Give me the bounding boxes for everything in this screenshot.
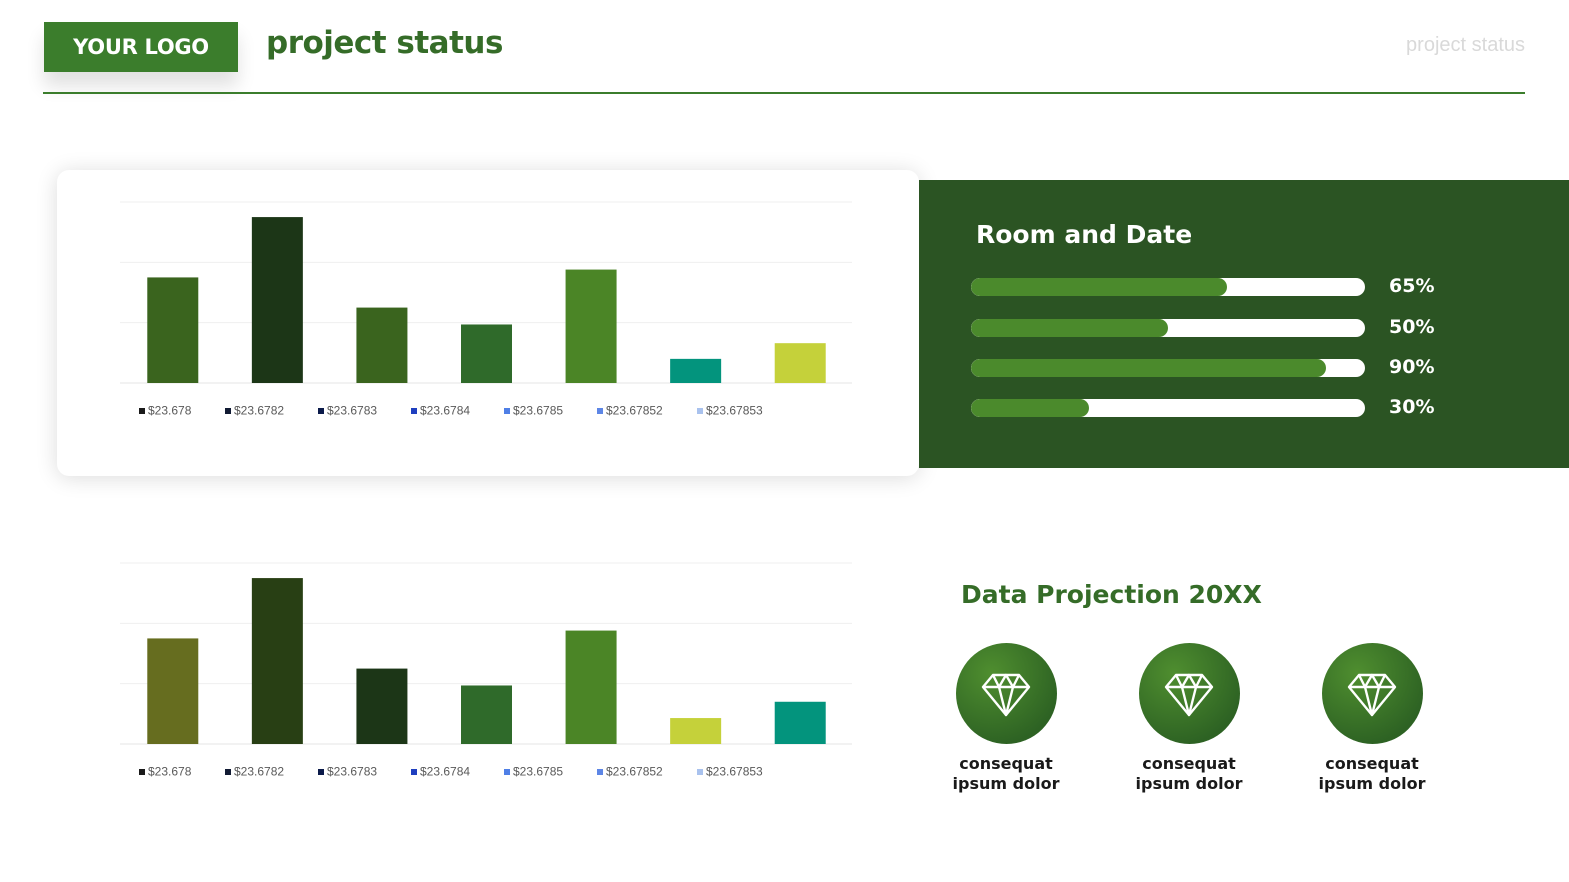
page-title: project status [266,25,503,61]
progress-row: 30% [971,396,1434,420]
diamond-icon [981,673,1031,716]
chart-bar [670,358,722,383]
legend-swatch [225,769,231,775]
feature-circle [955,643,1057,744]
legend-label: $23.67852 [606,765,663,779]
legend-swatch [597,769,603,775]
feature-label: consequat ipsum dolor [952,754,1060,793]
chart-bar [147,638,199,744]
legend-label: $23.6783 [327,765,377,779]
bar-chart-top: $23.678 $23.6782 $23.6783 $23.6784 $23.6785 $… [120,201,852,418]
progress-percent: 65% [1389,275,1435,297]
legend-swatch [318,408,324,414]
legend-swatch [225,408,231,414]
legend-swatch [597,408,603,414]
progress-track [971,319,1365,337]
legend-label: $23.6782 [234,404,284,418]
progress-row: 50% [971,316,1434,340]
legend-label: $23.6783 [327,404,377,418]
legend-swatch [139,769,145,775]
progress-fill [971,319,1168,337]
projection-title: Data Projection 20XX [961,580,1262,609]
legend-swatch [697,408,703,414]
legend-label: $23.6785 [513,765,563,779]
legend-swatch [318,769,324,775]
progress-percent: 50% [1389,316,1435,338]
progress-track [971,278,1365,296]
feature-item: consequat ipsum dolor [936,643,1076,794]
legend-label: $23.678 [148,765,192,779]
logo: YOUR LOGO [44,22,238,72]
progress-track [971,359,1365,377]
chart-bar [356,668,408,744]
chart-bar [565,630,617,744]
legend-label: $23.6785 [513,404,563,418]
progress-fill [971,399,1090,417]
chart-bar [251,578,303,744]
diamond-icon [1347,673,1397,716]
chart-bar [461,324,512,383]
legend-label: $23.6784 [420,765,470,779]
legend-label: $23.6782 [234,765,284,779]
feature-item: consequat ipsum dolor [1119,643,1259,794]
feature-item: consequat ipsum dolor [1302,643,1442,794]
header-divider [43,92,1525,94]
legend-label: $23.67853 [706,404,763,418]
diamond-icon [1164,673,1214,716]
legend-swatch [139,408,145,414]
chart-bar [774,701,826,744]
feature-label: consequat ipsum dolor [1318,754,1426,793]
progress-fill [971,359,1326,377]
legend-swatch [504,408,510,414]
legend-label: $23.67853 [706,765,763,779]
progress-percent: 30% [1389,396,1435,418]
chart-bar [147,277,199,383]
legend-swatch [411,769,417,775]
legend-label: $23.6784 [420,404,470,418]
progress-fill [971,278,1228,296]
legend-swatch [697,769,703,775]
legend-label: $23.678 [148,404,192,418]
progress-row: 90% [971,356,1434,380]
progress-track [971,399,1365,417]
panel-title: Room and Date [976,220,1193,249]
legend-swatch [504,769,510,775]
bar-chart-bottom: $23.678 $23.6782 $23.6783 $23.6784 $23.6785 $… [120,562,852,779]
chart-bar [670,718,722,744]
progress-row: 65% [971,275,1434,299]
chart-bar [356,307,408,383]
feature-circle [1138,643,1240,744]
chart-bar [774,343,826,383]
room-and-date-panel: Room and Date 65% 50% 90% 30% [919,180,1569,468]
chart-bar [251,217,303,383]
chart-bar [461,685,512,744]
feature-circle [1321,643,1423,744]
header-caption: project status [1406,34,1525,56]
feature-label: consequat ipsum dolor [1135,754,1243,793]
legend-label: $23.67852 [606,404,663,418]
chart-bar [565,269,617,383]
progress-percent: 90% [1389,356,1435,378]
legend-swatch [411,408,417,414]
